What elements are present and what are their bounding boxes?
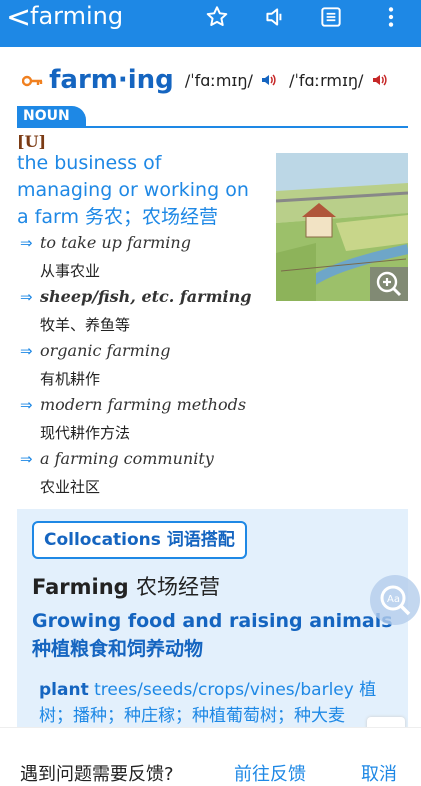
example-en: modern farming methods bbox=[40, 395, 247, 414]
grammar-code: [U] bbox=[17, 132, 47, 151]
headword: farm·ing bbox=[49, 65, 174, 95]
pronounce-us-icon[interactable] bbox=[371, 72, 389, 88]
example-en: sheep/fish, etc. farming bbox=[40, 287, 252, 306]
example-cn: 农业社区 bbox=[40, 478, 101, 496]
ipa-uk: /ˈfɑːmɪŋ/ bbox=[184, 70, 253, 90]
example-en: to take up farming bbox=[40, 233, 191, 252]
example-cn: 从事农业 bbox=[40, 262, 101, 280]
example-arrow-icon: ⇒ bbox=[20, 342, 33, 360]
key-icon bbox=[21, 73, 44, 87]
star-icon[interactable] bbox=[204, 4, 230, 30]
example-en: a farming community bbox=[40, 449, 214, 468]
example-arrow-icon: ⇒ bbox=[20, 288, 33, 306]
example-cn: 牧羊、养鱼等 bbox=[40, 316, 131, 334]
collocations-sense: Growing food and raising animals 种植粮食和饲养… bbox=[32, 610, 393, 660]
go-feedback-link[interactable]: 前往反馈 bbox=[234, 760, 306, 786]
more-vertical-icon[interactable] bbox=[378, 4, 404, 30]
example-arrow-icon: ⇒ bbox=[20, 396, 33, 414]
example-item: ⇒ organic farming 有机耕作 bbox=[17, 341, 397, 395]
definition: the business of managing or working on a… bbox=[17, 152, 249, 228]
pos-tag: NOUN bbox=[17, 106, 86, 126]
collocations-panel: Collocations 词语搭配 Farming 农场经营 Growing f… bbox=[17, 509, 408, 727]
ipa-us: /ˈfɑːrmɪŋ/ bbox=[289, 70, 364, 90]
example-en: organic farming bbox=[40, 341, 171, 360]
collocations-heading: Farming 农场经营 bbox=[32, 571, 220, 601]
app-title: farming bbox=[30, 2, 124, 30]
examples-list: ⇒ to take up farming 从事农业 ⇒ sheep/fish, … bbox=[17, 233, 397, 503]
app-bar: < farming bbox=[0, 0, 421, 47]
feedback-question: 遇到问题需要反馈? bbox=[20, 764, 174, 785]
example-item: ⇒ a farming community 农业社区 bbox=[17, 449, 397, 503]
speaker-icon[interactable] bbox=[262, 4, 288, 30]
document-icon[interactable] bbox=[318, 4, 344, 30]
lookup-lens-button[interactable]: Aa bbox=[370, 575, 420, 625]
entry-content: farm·ing /ˈfɑːmɪŋ/ /ˈfɑːrmɪŋ/ NOUN [U] t… bbox=[0, 47, 421, 727]
example-item: ⇒ to take up farming 从事农业 bbox=[17, 233, 397, 287]
example-arrow-icon: ⇒ bbox=[20, 234, 33, 252]
svg-text:Aa: Aa bbox=[387, 594, 400, 605]
example-cn: 有机耕作 bbox=[40, 370, 101, 388]
collocations-heading-cn: 农场经营 bbox=[136, 575, 221, 599]
headword-row: farm·ing /ˈfɑːmɪŋ/ /ˈfɑːrmɪŋ/ bbox=[21, 65, 389, 97]
example-cn: 现代耕作方法 bbox=[40, 424, 131, 442]
collocations-heading-en: Farming bbox=[32, 575, 129, 599]
back-button[interactable]: < bbox=[6, 2, 31, 34]
example-item: ⇒ sheep/fish, etc. farming 牧羊、养鱼等 bbox=[17, 287, 397, 341]
collocations-button[interactable]: Collocations 词语搭配 bbox=[32, 521, 247, 559]
collocation-key: plant bbox=[39, 680, 89, 700]
pos-bar: NOUN bbox=[17, 106, 408, 128]
collocation-line: plant trees/seeds/crops/vines/barley 植树；… bbox=[39, 677, 399, 727]
collocation-text: trees/seeds/crops/vines/barley 植树；播种；种庄稼… bbox=[39, 680, 377, 726]
feedback-bar: 遇到问题需要反馈? 前往反馈 取消 bbox=[0, 727, 421, 785]
add-button[interactable] bbox=[367, 717, 405, 727]
pronounce-uk-icon[interactable] bbox=[260, 72, 278, 88]
cancel-link[interactable]: 取消 bbox=[361, 760, 397, 786]
example-arrow-icon: ⇒ bbox=[20, 450, 33, 468]
example-item: ⇒ modern farming methods 现代耕作方法 bbox=[17, 395, 397, 449]
